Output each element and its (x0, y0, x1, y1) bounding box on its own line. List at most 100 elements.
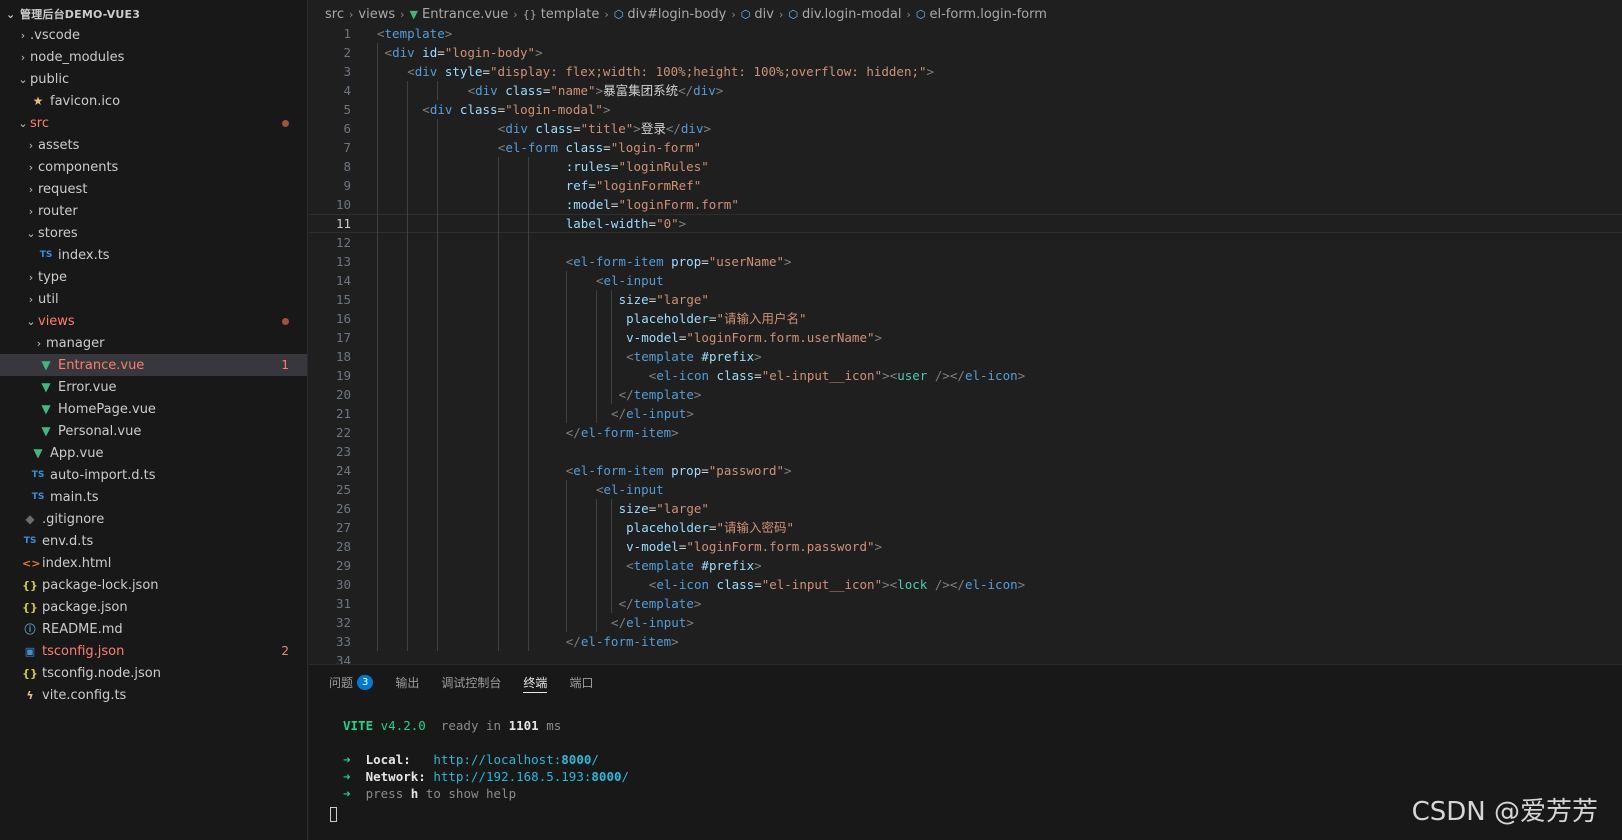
network-url[interactable]: http://192.168.5.193:8000/ (433, 769, 629, 784)
code-line[interactable]: 12 (309, 233, 1622, 252)
code-line[interactable]: 23 (309, 442, 1622, 461)
tree-item[interactable]: TS main.ts (0, 486, 307, 508)
tree-item[interactable]: ◆ .gitignore (0, 508, 307, 530)
code-line[interactable]: 3 <div style="display: flex;width: 100%;h… (309, 62, 1622, 81)
panel-tab[interactable]: 端口 (569, 665, 593, 699)
chevron-right-icon: › (28, 182, 34, 196)
tree-item[interactable]: {} tsconfig.node.json (0, 662, 307, 684)
code-token: style (437, 64, 483, 79)
tree-item[interactable]: › type (0, 266, 307, 288)
tree-item[interactable]: ★ favicon.ico (0, 90, 307, 112)
code-line[interactable]: 25 <el-input (309, 480, 1622, 499)
tree-item[interactable]: › components (0, 156, 307, 178)
tree-item[interactable]: › request (0, 178, 307, 200)
code-line[interactable]: 4 <div class="name">暴富集团系统</div> (309, 81, 1622, 100)
panel-tab[interactable]: 调试控制台 (441, 665, 501, 699)
tree-item[interactable]: › node_modules (0, 46, 307, 68)
code-line[interactable]: 30 <el-icon class="el-input__icon"><lock … (309, 575, 1622, 594)
code-line[interactable]: 24 <el-form-item prop="password"> (309, 461, 1622, 480)
code-token: </ (611, 615, 627, 630)
code-line[interactable]: 31 </template> (309, 594, 1622, 613)
code-line[interactable]: 19 <el-icon class="el-input__icon"><user … (309, 366, 1622, 385)
code-token: "loginFormRef" (595, 178, 702, 193)
tree-item[interactable]: ▼ Error.vue (0, 376, 307, 398)
code-line[interactable]: 6 <div class="title">登录</div> (309, 119, 1622, 138)
tree-item[interactable]: ▼ Personal.vue (0, 420, 307, 442)
code-line[interactable]: 33 </el-form-item> (309, 632, 1622, 651)
code-line[interactable]: 32 </el-input> (309, 613, 1622, 632)
code-token: id (414, 45, 438, 60)
breadcrumb-item[interactable]: {} template (523, 7, 600, 22)
code-line[interactable]: 13 <el-form-item prop="userName"> (309, 252, 1622, 271)
breadcrumb-item[interactable]: ⬡ div#login-body (614, 7, 727, 22)
tree-item[interactable]: › assets (0, 134, 307, 156)
line-number: 19 (335, 368, 351, 383)
breadcrumb-item[interactable]: ▼ Entrance.vue (410, 7, 509, 22)
tree-item[interactable]: <> index.html (0, 552, 307, 574)
typescript-file-icon: TS (31, 470, 45, 480)
code-line[interactable]: 16 placeholder="请输入用户名" (309, 309, 1622, 328)
code-line[interactable]: 14 <el-input (309, 271, 1622, 290)
code-line[interactable]: 29 <template #prefix> (309, 556, 1622, 575)
tree-item[interactable]: ⌄ views (0, 310, 307, 332)
code-line[interactable]: 8:rules="loginRules" (309, 157, 1622, 176)
breadcrumb-label: template (540, 6, 600, 22)
code-line[interactable]: 1 <template> (309, 24, 1622, 43)
code-line[interactable]: 20 </template> (309, 385, 1622, 404)
breadcrumb-item[interactable]: src (325, 7, 344, 22)
tree-item[interactable]: ▼ Entrance.vue 1 (0, 354, 307, 376)
panel-tab[interactable]: 问题 3 (329, 665, 374, 699)
code-line[interactable]: 2 <div id="login-body"> (309, 43, 1622, 62)
breadcrumb-item[interactable]: ⬡ div.login-modal (788, 7, 901, 22)
tree-item[interactable]: › manager (0, 332, 307, 354)
tree-item[interactable]: TS index.ts (0, 244, 307, 266)
code-line[interactable]: 18 <template #prefix> (309, 347, 1622, 366)
code-line[interactable]: 26 size="large" (309, 499, 1622, 518)
terminal-output[interactable]: VITE v4.2.0 ready in 1101 ms ➜ Local: ht… (343, 717, 629, 802)
tree-item[interactable]: › router (0, 200, 307, 222)
tree-item-label: src (30, 115, 49, 131)
tree-item[interactable]: ▼ HomePage.vue (0, 398, 307, 420)
line-number: 18 (335, 349, 351, 364)
code-line[interactable]: 22 </el-form-item> (309, 423, 1622, 442)
code-line[interactable]: 15 size="large" (309, 290, 1622, 309)
breadcrumb-item[interactable]: views (358, 7, 395, 22)
code-line[interactable]: 11 label-width="0"> (309, 214, 1622, 233)
code-token: lock (897, 577, 928, 592)
code-line[interactable]: 28 v-model="loginForm.form.password"> (309, 537, 1622, 556)
code-editor[interactable]: src › views › ▼ Entrance.vue ›{} template › ⬡ div#… (309, 0, 1622, 668)
breadcrumb-item[interactable]: ⬡ el-form.login-form (916, 7, 1047, 22)
terminal-line-help: ➜ press h to show help (343, 786, 517, 801)
code-line[interactable]: 21 </el-input> (309, 404, 1622, 423)
local-url[interactable]: http://localhost:8000/ (433, 752, 599, 767)
problem-count-badge: 2 (281, 644, 289, 658)
code-token: </ (611, 406, 627, 421)
tree-item[interactable]: ⓘ README.md (0, 618, 307, 640)
tree-item[interactable]: › util (0, 288, 307, 310)
tree-item[interactable]: ▣ tsconfig.json 2 (0, 640, 307, 662)
panel-tab[interactable]: 终端 (523, 665, 548, 699)
code-token: = (754, 577, 762, 592)
panel-tab[interactable]: 输出 (395, 665, 419, 699)
code-line[interactable]: 10:model="loginForm.form" (309, 195, 1622, 214)
code-line[interactable]: 7 <el-form class="login-form" (309, 138, 1622, 157)
tree-item[interactable]: ⌄ src (0, 112, 307, 134)
code-line[interactable]: 5 <div class="login-modal"> (309, 100, 1622, 119)
breadcrumb-item[interactable]: ⬡ div (741, 7, 774, 22)
code-line[interactable]: 27 placeholder="请输入密码" (309, 518, 1622, 537)
code-line[interactable]: 9 ref="loginFormRef" (309, 176, 1622, 195)
tree-item[interactable]: ⌄ public (0, 68, 307, 90)
tree-item[interactable]: {} package-lock.json (0, 574, 307, 596)
tree-item[interactable]: TS auto-import.d.ts (0, 464, 307, 486)
tree-item[interactable]: {} package.json (0, 596, 307, 618)
tree-item[interactable]: ▼ App.vue (0, 442, 307, 464)
tree-item[interactable]: ϟ vite.config.ts (0, 684, 307, 706)
code-line[interactable]: 17 v-model="loginForm.form.userName"> (309, 328, 1622, 347)
code-token: div (414, 64, 438, 79)
code-token: > (882, 577, 890, 592)
tree-item[interactable]: TS env.d.ts (0, 530, 307, 552)
file-tree: › .vscode › node_modules ⌄ public ★ favicon.ico… (0, 24, 307, 706)
tree-item[interactable]: ⌄ stores (0, 222, 307, 244)
code-area[interactable]: 1 <template> 2 <div id="login-body"> 3 <div s… (309, 24, 1622, 668)
tree-item[interactable]: › .vscode (0, 24, 307, 46)
